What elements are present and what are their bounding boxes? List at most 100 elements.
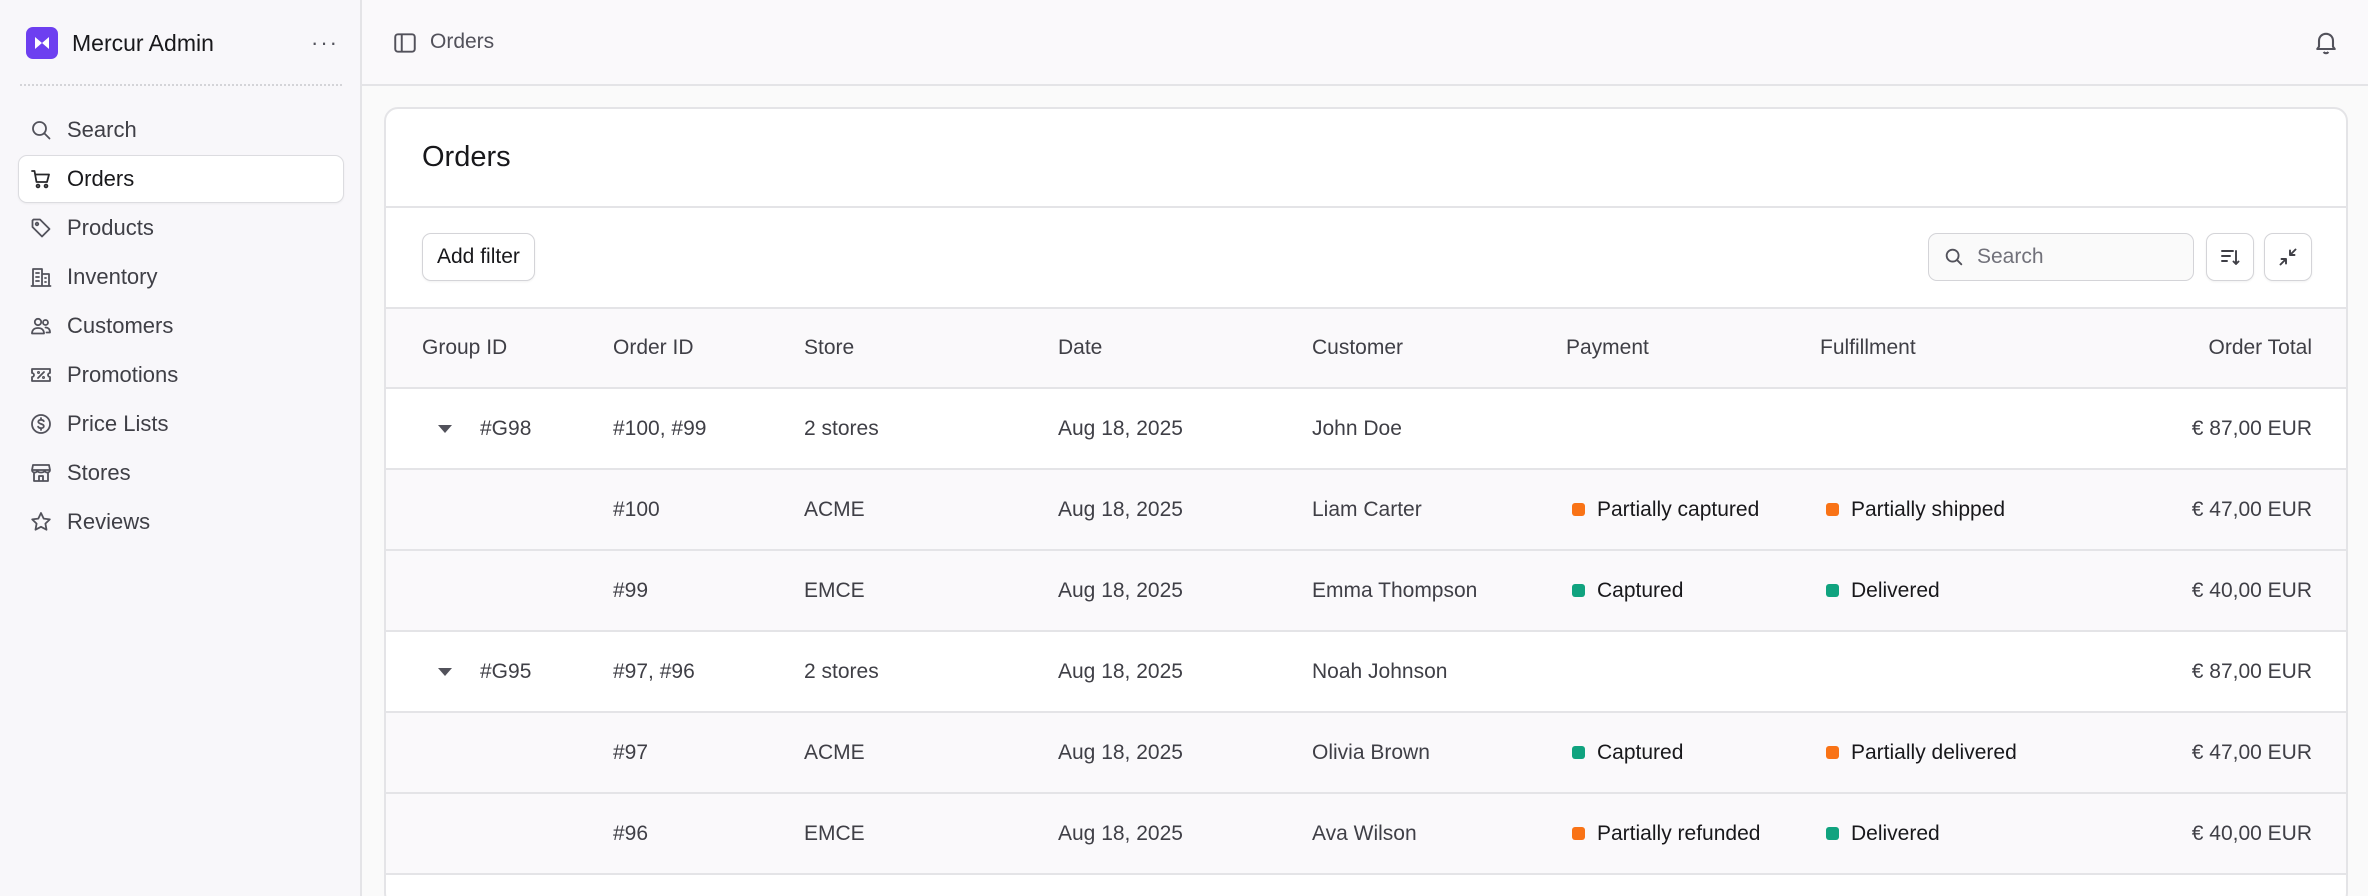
ticket-icon [29, 363, 53, 387]
group-id: #G95 [480, 659, 532, 683]
sidebar-item-label: Search [67, 117, 137, 142]
column-header-payment[interactable]: Payment [1566, 309, 1649, 387]
table-row[interactable]: #97 ACME Aug 18, 2025 Olivia Brown Captu… [386, 713, 2346, 794]
date-cell: Aug 18, 2025 [1058, 416, 1183, 440]
date-cell: Aug 18, 2025 [1058, 740, 1183, 764]
tag-icon [29, 216, 53, 240]
group-id: #G98 [480, 416, 532, 440]
users-icon [29, 314, 53, 338]
payment-status-label: Partially captured [1597, 497, 1760, 521]
sidebar-item-inventory[interactable]: Inventory [18, 253, 344, 301]
store-cell: 2 stores [804, 416, 879, 440]
page-title: Orders [422, 141, 511, 173]
table-row[interactable]: #100 ACME Aug 18, 2025 Liam Carter Parti… [386, 470, 2346, 551]
customer-cell: Liam Carter [1312, 497, 1422, 521]
column-header-order-id[interactable]: Order ID [613, 309, 694, 387]
date-cell: Aug 18, 2025 [1058, 497, 1183, 521]
sidebar-toggle-icon[interactable] [392, 30, 418, 56]
sidebar-divider [20, 84, 342, 86]
sidebar-item-label: Reviews [67, 509, 151, 534]
fulfillment-status-label: Delivered [1851, 578, 1940, 602]
sidebar-item-price-lists[interactable]: Price Lists [18, 400, 344, 448]
status-dot-icon [1572, 746, 1585, 759]
column-header-date[interactable]: Date [1058, 309, 1102, 387]
brand-header[interactable]: Mercur Admin ··· [26, 26, 342, 60]
sidebar-item-label: Promotions [67, 362, 179, 387]
collapse-arrows-icon [2279, 248, 2297, 266]
column-header-store[interactable]: Store [804, 309, 854, 387]
order-total-cell: € 87,00 EUR [2191, 659, 2312, 683]
sidebar-item-reviews[interactable]: Reviews [18, 498, 344, 546]
collapse-button[interactable] [2264, 233, 2312, 281]
payment-status: Captured [1566, 551, 1683, 630]
date-cell: Aug 18, 2025 [1058, 578, 1183, 602]
table-header: Group ID Order ID Store Date Customer Pa… [386, 307, 2346, 389]
sort-descending-icon [2221, 250, 2240, 265]
caret-down-icon[interactable] [438, 424, 452, 433]
payment-status-label: Captured [1597, 740, 1684, 764]
search-icon [1945, 248, 1963, 266]
store-icon [29, 461, 53, 485]
building-icon [29, 265, 53, 289]
search-input[interactable] [1977, 245, 2177, 269]
payment-status: Captured [1566, 713, 1683, 792]
sidebar-item-label: Stores [67, 460, 131, 485]
sidebar-item-customers[interactable]: Customers [18, 302, 344, 350]
store-cell: 2 stores [804, 659, 879, 683]
fulfillment-status: Partially shipped [1820, 470, 2005, 549]
table-row-group[interactable]: #G98 #100, #99 2 stores Aug 18, 2025 Joh… [386, 389, 2346, 470]
sidebar-item-stores[interactable]: Stores [18, 449, 344, 497]
order-id-cell: #97, #96 [613, 659, 695, 683]
fulfillment-status: Delivered [1820, 551, 1940, 630]
order-id-cell: #97 [613, 740, 649, 764]
customer-cell: Olivia Brown [1312, 740, 1430, 764]
star-icon [29, 510, 53, 534]
sidebar-item-search[interactable]: Search [18, 106, 344, 154]
fulfillment-status: Delivered [1820, 794, 1940, 873]
orders-table: Group ID Order ID Store Date Customer Pa… [386, 307, 2346, 875]
sort-button[interactable] [2206, 233, 2254, 281]
customer-cell: John Doe [1312, 416, 1402, 440]
group-id-cell: #G98 [422, 389, 531, 468]
table-row-group[interactable]: #G95 #97, #96 2 stores Aug 18, 2025 Noah… [386, 632, 2346, 713]
more-options-icon[interactable]: ··· [308, 32, 342, 54]
order-total-cell: € 87,00 EUR [2191, 416, 2312, 440]
store-cell: EMCE [804, 821, 865, 845]
order-id-cell: #100 [613, 497, 660, 521]
breadcrumb[interactable]: Orders [430, 30, 494, 54]
order-total-cell: € 47,00 EUR [2191, 740, 2312, 764]
status-dot-icon [1826, 503, 1839, 516]
column-header-order-total[interactable]: Order Total [2209, 309, 2313, 387]
fulfillment-status-label: Partially delivered [1851, 740, 2017, 764]
status-dot-icon [1826, 584, 1839, 597]
column-header-fulfillment[interactable]: Fulfillment [1820, 309, 1916, 387]
order-id-cell: #96 [613, 821, 649, 845]
order-id-cell: #100, #99 [613, 416, 707, 440]
add-filter-button[interactable]: Add filter [422, 233, 535, 281]
sidebar-item-products[interactable]: Products [18, 204, 344, 252]
payment-status-label: Partially refunded [1597, 821, 1761, 845]
search-field[interactable] [1928, 233, 2194, 281]
sidebar-item-label: Price Lists [67, 411, 169, 436]
bell-icon[interactable] [2312, 28, 2340, 56]
order-total-cell: € 47,00 EUR [2191, 497, 2312, 521]
customer-cell: Ava Wilson [1312, 821, 1417, 845]
column-header-group-id[interactable]: Group ID [422, 309, 507, 387]
caret-down-icon[interactable] [438, 667, 452, 676]
status-dot-icon [1572, 503, 1585, 516]
topbar: Orders [362, 0, 2368, 86]
sidebar-item-label: Customers [67, 313, 174, 338]
app-name: Mercur Admin [72, 29, 214, 56]
sidebar-item-orders[interactable]: Orders [18, 155, 344, 203]
sidebar-item-label: Inventory [67, 264, 158, 289]
cart-icon [29, 167, 53, 191]
dollar-circle-icon [29, 412, 53, 436]
sidebar-item-label: Products [67, 215, 154, 240]
payment-status-label: Captured [1597, 578, 1684, 602]
payment-status: Partially refunded [1566, 794, 1760, 873]
table-row[interactable]: #99 EMCE Aug 18, 2025 Emma Thompson Capt… [386, 551, 2346, 632]
sidebar-item-promotions[interactable]: Promotions [18, 351, 344, 399]
status-dot-icon [1826, 746, 1839, 759]
column-header-customer[interactable]: Customer [1312, 309, 1403, 387]
table-row[interactable]: #96 EMCE Aug 18, 2025 Ava Wilson Partial… [386, 794, 2346, 875]
